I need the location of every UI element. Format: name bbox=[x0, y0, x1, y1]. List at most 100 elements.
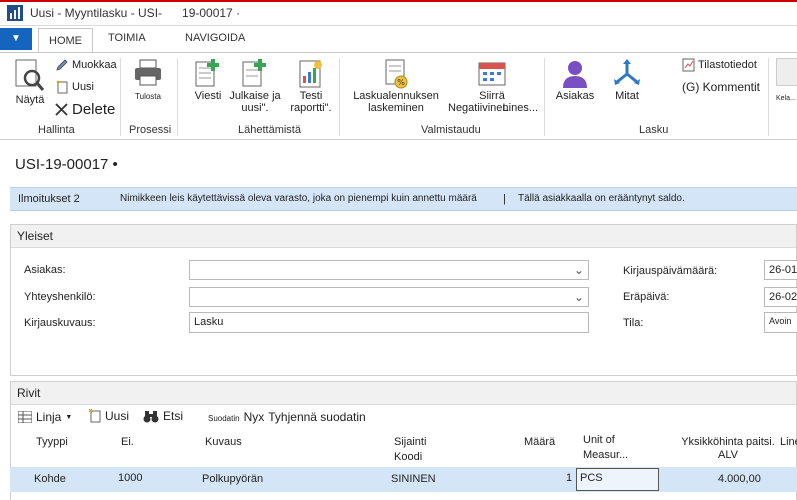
row-type[interactable]: Kohde bbox=[34, 473, 66, 485]
filter-nyx[interactable]: Nyx bbox=[244, 410, 265, 424]
row-quantity[interactable]: 1 bbox=[566, 472, 572, 484]
column-header-location-line1: Sijainti bbox=[394, 436, 427, 448]
column-header-unit-line1: Unit of bbox=[583, 434, 615, 446]
posting-date-label: Kirjauspäivämäärä: bbox=[623, 265, 718, 277]
move-negative-label-1: Siirrä bbox=[479, 90, 505, 102]
filter-label: Suodatin bbox=[208, 414, 240, 423]
status-label: Tila: bbox=[623, 317, 644, 329]
pencil-icon bbox=[55, 58, 69, 72]
chevron-down-icon[interactable]: ⌄ bbox=[574, 290, 584, 304]
statistics-icon bbox=[682, 58, 695, 72]
page-title: USI-19-00017 • bbox=[15, 156, 118, 173]
tab-home[interactable]: HOME bbox=[38, 28, 93, 52]
test-report-label-2: raportti". bbox=[290, 102, 332, 114]
delete-button-label: Delete bbox=[72, 101, 116, 118]
comments-button[interactable]: (G) Kommentit bbox=[682, 80, 760, 94]
row-unit-price[interactable]: 4.000,00 bbox=[718, 473, 761, 485]
column-header-unit-line2: Measur... bbox=[583, 449, 629, 461]
dimensions-button[interactable]: Mitat bbox=[611, 58, 643, 102]
comments-button-label: (G) Kommentit bbox=[682, 80, 761, 94]
group-lasku: Lasku bbox=[639, 124, 669, 136]
statistics-button[interactable]: Tilastotiedot bbox=[682, 58, 757, 72]
notification-message-stock[interactable]: Nimikkeen leis käytettävissä oleva varas… bbox=[120, 193, 477, 204]
list-icon bbox=[18, 411, 32, 423]
lines-section-title: Rivit bbox=[17, 386, 41, 400]
discount-label-1: Laskualennuksen bbox=[353, 90, 439, 102]
customer-button[interactable]: Asiakas bbox=[555, 58, 595, 102]
tab-navigoida[interactable]: NAVIGOIDA bbox=[185, 32, 245, 44]
clear-filter-button[interactable]: Tyhjennä suodatin bbox=[268, 410, 365, 424]
column-header-no[interactable]: Ei. bbox=[121, 436, 134, 449]
posting-date-field[interactable]: 26-01 bbox=[764, 260, 797, 280]
row-no[interactable]: 1000 bbox=[118, 472, 142, 484]
customer-button-label: Asiakas bbox=[555, 90, 595, 102]
filter-bar: Suodatin Nyx Tyhjennä suodatin bbox=[208, 410, 366, 424]
column-header-unit[interactable]: Unit of Measur... bbox=[583, 434, 628, 462]
svg-text:%: % bbox=[397, 78, 405, 87]
edit-button[interactable]: Muokkaa bbox=[55, 58, 117, 72]
group-hallinta: Hallinta bbox=[38, 124, 75, 136]
ribbon-separator bbox=[544, 58, 545, 136]
application-menu-button[interactable]: ▼ bbox=[0, 28, 32, 50]
statistics-button-label: Tilastotiedot bbox=[698, 59, 757, 71]
row-unit: PCS bbox=[580, 472, 603, 484]
notification-message-overdue[interactable]: Tällä asiakkaalla on erääntynyt saldo. bbox=[518, 193, 685, 204]
move-negative-label-2b: Lines... bbox=[502, 102, 539, 114]
column-header-quantity[interactable]: Määrä bbox=[524, 436, 555, 449]
move-negative-lines-button[interactable]: Siirrä NegatiivinenLines... bbox=[448, 58, 539, 114]
general-section-header[interactable]: Yleiset bbox=[11, 225, 796, 248]
column-header-description[interactable]: Kuvaus bbox=[205, 436, 242, 449]
chevron-down-icon: ▼ bbox=[65, 413, 73, 421]
person-icon bbox=[555, 58, 595, 90]
post-button[interactable]: Viesti bbox=[193, 58, 223, 102]
line-menu-button[interactable]: Linja ▼ bbox=[18, 410, 72, 424]
new-button[interactable]: Uusi bbox=[55, 80, 94, 94]
group-lahettamista: Lähettämistä bbox=[238, 124, 301, 136]
post-and-new-button[interactable]: Julkaise ja uusi". bbox=[227, 58, 283, 114]
kela-button[interactable]: Kela... bbox=[776, 58, 797, 102]
line-new-label: Uusi bbox=[105, 408, 130, 423]
posting-description-field[interactable]: Lasku bbox=[189, 312, 589, 333]
status-value: Avoin bbox=[769, 316, 792, 326]
column-header-location-line2: Koodi bbox=[394, 451, 423, 463]
contact-field[interactable]: ⌄ bbox=[189, 287, 589, 307]
row-location[interactable]: SININEN bbox=[391, 473, 436, 485]
percent-document-icon: % bbox=[352, 58, 440, 90]
line-new-button[interactable]: Uusi bbox=[88, 408, 129, 423]
posting-date-value: 26-01 bbox=[769, 264, 797, 276]
customer-label: Asiakas: bbox=[24, 264, 66, 276]
chevron-down-icon: ▼ bbox=[11, 33, 21, 44]
column-header-unit-price[interactable]: Yksikköhinta paitsi. ALV bbox=[680, 436, 776, 462]
tab-toimia[interactable]: TOIMIA bbox=[108, 32, 146, 44]
due-date-field[interactable]: 26-02 bbox=[764, 287, 797, 307]
column-header-unit-price-line1: Yksikköhinta paitsi. bbox=[681, 436, 775, 448]
notification-bar[interactable]: Ilmoitukset 2 Nimikkeen leis käytettävis… bbox=[10, 187, 797, 211]
status-field[interactable]: Avoin bbox=[764, 312, 797, 333]
calculate-invoice-discount-button[interactable]: % Laskualennuksen laskeminen bbox=[352, 58, 440, 114]
post-and-new-label-1: Julkaise ja bbox=[229, 90, 281, 102]
chevron-down-icon[interactable]: ⌄ bbox=[574, 263, 584, 277]
column-header-unit-price-line2: ALV bbox=[718, 449, 738, 461]
column-header-line[interactable]: Line bbox=[780, 436, 797, 449]
test-report-label-1: Testi bbox=[299, 90, 323, 102]
dimensions-arrows-icon bbox=[611, 58, 643, 90]
delete-button[interactable]: Delete bbox=[54, 101, 115, 118]
notification-count[interactable]: Ilmoitukset 2 bbox=[18, 193, 80, 205]
line-find-button[interactable]: Etsi bbox=[143, 409, 183, 423]
customer-field[interactable]: ⌄ bbox=[189, 260, 589, 280]
new-button-label: Uusi bbox=[72, 81, 95, 93]
view-magnifier-icon bbox=[14, 58, 46, 92]
window-title: Uusi - Myyntilasku - USI- 19-00017 · bbox=[30, 6, 241, 20]
column-header-location[interactable]: Sijainti Koodi bbox=[394, 436, 426, 464]
posting-description-value: Lasku bbox=[194, 316, 224, 328]
view-button[interactable]: Näytä bbox=[14, 58, 46, 106]
row-unit-field[interactable]: PCS bbox=[576, 468, 659, 491]
print-button[interactable]: Tulosta bbox=[132, 58, 164, 101]
new-document-icon bbox=[55, 80, 69, 94]
row-description[interactable]: Polkupyörän bbox=[202, 473, 263, 485]
column-header-type[interactable]: Tyyppi bbox=[36, 436, 68, 449]
test-report-button[interactable]: Testi raportti". bbox=[287, 58, 335, 114]
title-bar: Uusi - Myyntilasku - USI- 19-00017 · bbox=[0, 0, 797, 26]
kela-button-label: Kela... bbox=[776, 95, 796, 102]
lines-section-header[interactable]: Rivit bbox=[11, 382, 796, 405]
